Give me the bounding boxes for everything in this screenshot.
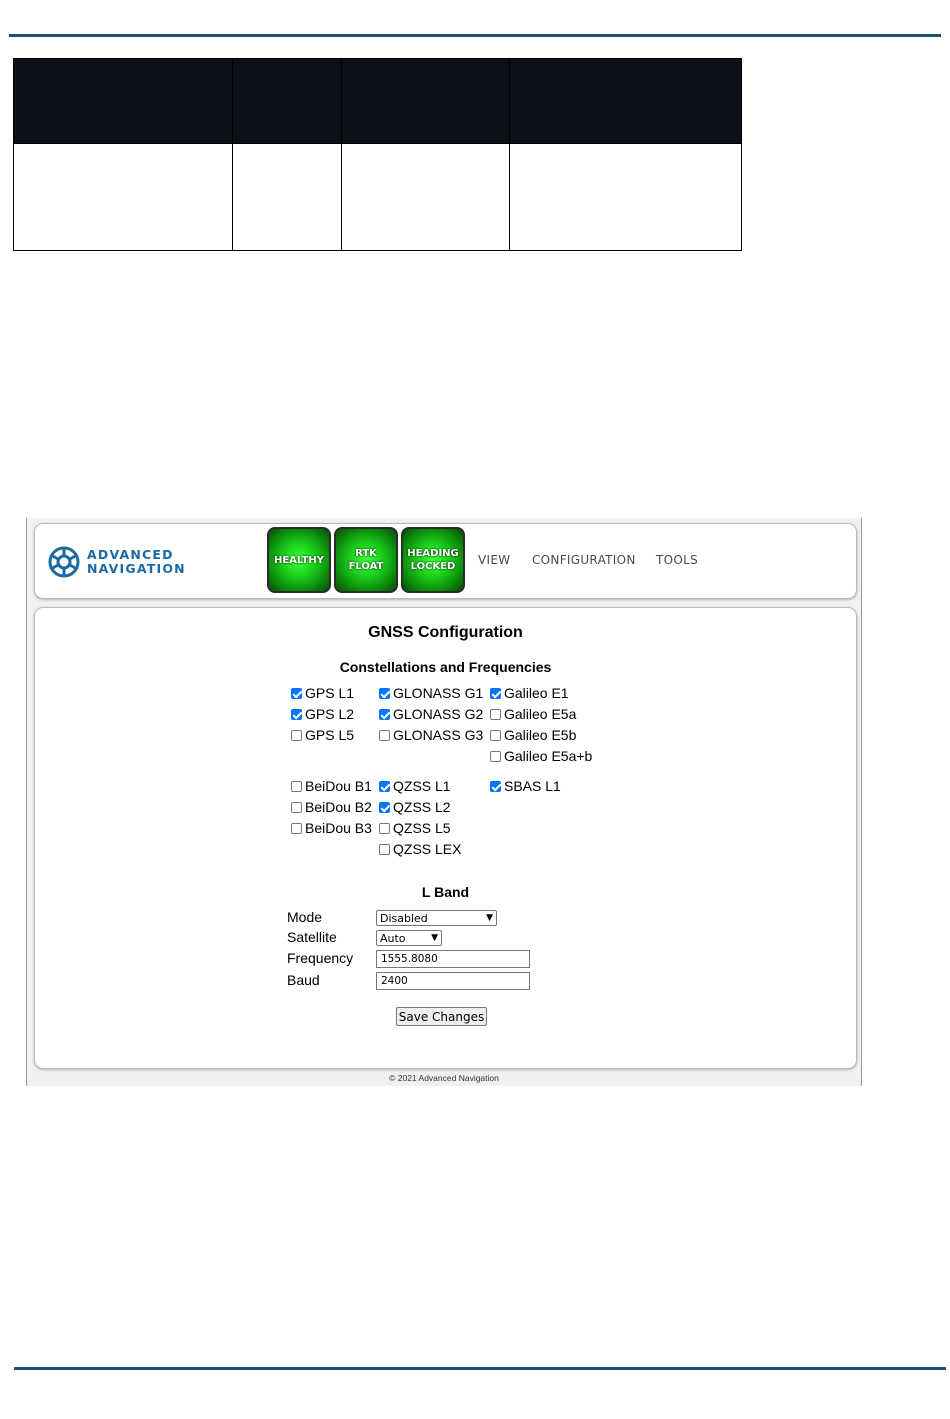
checkbox-glonass-g3[interactable]: GLONASS G3 (379, 727, 483, 743)
mode-select-value: Disabled (380, 911, 428, 925)
table-column-divider (341, 59, 342, 250)
checkbox-box[interactable] (379, 729, 390, 741)
checkbox-box[interactable] (379, 780, 390, 792)
table-header-row (14, 59, 741, 144)
footer-copyright: © 2021 Advanced Navigation (389, 1073, 499, 1083)
checkbox-beidou-b3[interactable]: BeiDou B3 (291, 820, 372, 836)
checkbox-label: Galileo E5a+b (504, 748, 593, 764)
baud-label: Baud (287, 972, 320, 988)
checkbox-label: GLONASS G2 (393, 706, 484, 722)
checkbox-label: GPS L5 (305, 727, 355, 743)
checkbox-box[interactable] (490, 780, 501, 792)
checkbox-box[interactable] (379, 843, 390, 855)
checkbox-glonass-g1[interactable]: GLONASS G1 (379, 685, 483, 701)
checkbox-box[interactable] (490, 708, 501, 720)
checkbox-glonass-g2[interactable]: GLONASS G2 (379, 706, 483, 722)
checkbox-label: QZSS L2 (393, 799, 451, 815)
page-top-rule (9, 34, 941, 37)
checkbox-label: QZSS LEX (393, 841, 462, 857)
checkbox-label: Galileo E5b (504, 727, 577, 743)
checkbox-label: Galileo E5a (504, 706, 577, 722)
checkbox-galileo-e1[interactable]: Galileo E1 (490, 685, 569, 701)
navbar: ADVANCED NAVIGATION HEALTHY RTK FLOAT HE… (34, 523, 857, 599)
page-bottom-rule (14, 1367, 946, 1370)
checkbox-qzss-l1[interactable]: QZSS L1 (379, 778, 451, 794)
checkbox-box[interactable] (291, 801, 302, 813)
satellite-select[interactable]: Auto ▼ (376, 930, 442, 946)
checkbox-qzss-l2[interactable]: QZSS L2 (379, 799, 451, 815)
checkbox-galileo-e5b[interactable]: Galileo E5b (490, 727, 576, 743)
checkbox-label: GPS L1 (305, 685, 355, 701)
checkbox-box[interactable] (291, 687, 302, 699)
brand-line-2: NAVIGATION (87, 561, 186, 576)
save-changes-button[interactable]: Save Changes (396, 1007, 487, 1026)
checkbox-sbas-l1[interactable]: SBAS L1 (490, 778, 561, 794)
lband-heading: L Band (421, 884, 470, 900)
brand-logo[interactable]: ADVANCED NAVIGATION (48, 544, 188, 580)
checkbox-box[interactable] (291, 729, 302, 741)
nav-configuration[interactable]: CONFIGURATION (532, 553, 636, 567)
table-column-divider (232, 59, 233, 250)
checkbox-label: QZSS L1 (393, 778, 451, 794)
checkbox-box[interactable] (379, 822, 390, 834)
checkbox-box[interactable] (490, 750, 501, 762)
checkbox-box[interactable] (379, 708, 390, 720)
gnss-configuration-panel: GNSS Configuration Constellations and Fr… (34, 607, 857, 1069)
status-heading-line-1: HEADING (407, 548, 459, 559)
checkbox-box[interactable] (291, 708, 302, 720)
checkbox-qzss-lex[interactable]: QZSS LEX (379, 841, 461, 857)
advanced-navigation-logo-icon (48, 546, 80, 578)
nav-tools[interactable]: TOOLS (656, 553, 698, 567)
checkbox-galileo-e5ab[interactable]: Galileo E5a+b (490, 748, 592, 764)
table-column-divider (509, 59, 510, 250)
checkbox-label: QZSS L5 (393, 820, 451, 836)
checkbox-gps-l5[interactable]: GPS L5 (291, 727, 354, 743)
page-title: GNSS Configuration (368, 624, 523, 641)
brand-text: ADVANCED NAVIGATION (87, 548, 186, 576)
baud-input[interactable]: 2400 (376, 972, 530, 990)
checkbox-box[interactable] (490, 687, 501, 699)
checkbox-box[interactable] (379, 687, 390, 699)
mode-label: Mode (287, 909, 323, 925)
checkbox-box[interactable] (291, 780, 302, 792)
satellite-select-value: Auto (380, 931, 406, 945)
frequency-input[interactable]: 1555.8080 (376, 950, 530, 968)
status-healthy: HEALTHY (267, 527, 331, 593)
checkbox-label: GLONASS G3 (393, 727, 484, 743)
document-table (13, 58, 742, 251)
chevron-down-icon: ▼ (486, 913, 493, 923)
checkbox-box[interactable] (490, 729, 501, 741)
checkbox-label: GPS L2 (305, 706, 355, 722)
checkbox-label: SBAS L1 (504, 778, 561, 794)
frequency-label: Frequency (287, 950, 354, 966)
checkbox-qzss-l5[interactable]: QZSS L5 (379, 820, 451, 836)
mode-select[interactable]: Disabled ▼ (376, 910, 497, 926)
status-heading-line-2: LOCKED (410, 561, 456, 572)
checkbox-label: Galileo E1 (504, 685, 569, 701)
checkbox-label: BeiDou B2 (305, 799, 372, 815)
checkbox-galileo-e5a[interactable]: Galileo E5a (490, 706, 576, 722)
chevron-down-icon: ▼ (431, 933, 438, 943)
status-rtk-label: RTK FLOAT (348, 548, 384, 572)
checkbox-label: GLONASS G1 (393, 685, 484, 701)
checkbox-box[interactable] (291, 822, 302, 834)
satellite-label: Satellite (287, 929, 337, 945)
constellations-heading: Constellations and Frequencies (339, 659, 552, 675)
checkbox-gps-l1[interactable]: GPS L1 (291, 685, 354, 701)
status-healthy-label: HEALTHY (273, 554, 325, 566)
brand-line-1: ADVANCED (87, 547, 174, 562)
checkbox-beidou-b1[interactable]: BeiDou B1 (291, 778, 372, 794)
nav-view[interactable]: VIEW (478, 553, 510, 567)
checkbox-beidou-b2[interactable]: BeiDou B2 (291, 799, 372, 815)
checkbox-gps-l2[interactable]: GPS L2 (291, 706, 354, 722)
checkbox-box[interactable] (379, 801, 390, 813)
checkbox-label: BeiDou B3 (305, 820, 372, 836)
status-rtk-float: RTK FLOAT (334, 527, 398, 593)
web-ui-screenshot: ADVANCED NAVIGATION HEALTHY RTK FLOAT HE… (26, 518, 862, 1086)
status-heading-locked: HEADING LOCKED (401, 527, 465, 593)
checkbox-label: BeiDou B1 (305, 778, 372, 794)
